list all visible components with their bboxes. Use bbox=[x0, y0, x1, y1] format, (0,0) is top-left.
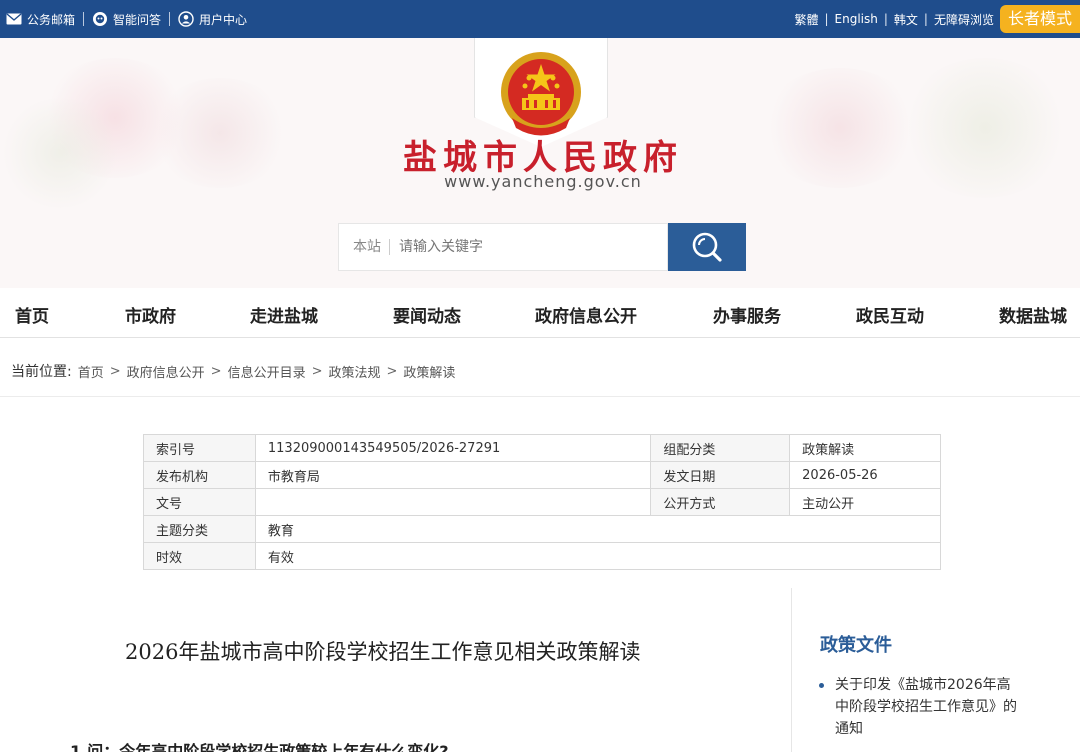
table-row: 索引号 113209000143549505/2026-27291 组配分类 政… bbox=[143, 434, 941, 462]
bullet-icon bbox=[819, 683, 824, 688]
breadcrumb-policy[interactable]: 政策法规 bbox=[328, 362, 380, 381]
meta-key: 主题分类 bbox=[143, 515, 256, 543]
traditional-chinese-link[interactable]: 繁體 bbox=[794, 11, 818, 28]
main-nav: 首页 市政府 走进盐城 要闻动态 政府信息公开 办事服务 政民互动 数据盐城 bbox=[0, 288, 1080, 338]
chevron-right-icon: > bbox=[109, 363, 121, 379]
nav-news[interactable]: 要闻动态 bbox=[393, 302, 461, 327]
nav-city-government[interactable]: 市政府 bbox=[125, 302, 176, 327]
meta-value: 政策解读 bbox=[789, 434, 941, 462]
nav-info-disclosure[interactable]: 政府信息公开 bbox=[535, 302, 637, 327]
english-link[interactable]: English bbox=[835, 12, 878, 26]
top-right-links: 繁體 | English | 韩文 | 无障碍浏览 长者模式 bbox=[794, 0, 1080, 38]
nav-about-yancheng[interactable]: 走进盐城 bbox=[250, 302, 318, 327]
top-bar: 公务邮箱 智能问答 用户中心 繁體 | English | 韩文 | 无障碍浏览… bbox=[0, 0, 1080, 38]
nav-services[interactable]: 办事服务 bbox=[713, 302, 781, 327]
robot-icon bbox=[92, 11, 108, 27]
user-center-label: 用户中心 bbox=[199, 12, 248, 27]
sidebar-policy-link-text: 关于印发《盐城市2026年高中阶段学校招生工作意见》的通知 bbox=[835, 677, 1017, 737]
sidebar-divider bbox=[791, 588, 792, 752]
table-row: 时效 有效 bbox=[143, 542, 942, 570]
search-button[interactable] bbox=[668, 223, 746, 271]
table-row: 主题分类 教育 bbox=[143, 515, 942, 543]
article-title: 2026年盐城市高中阶段学校招生工作意见相关政策解读 bbox=[125, 640, 641, 664]
nav-interaction[interactable]: 政民互动 bbox=[856, 302, 924, 327]
site-url: www.yancheng.gov.cn bbox=[444, 172, 642, 191]
breadcrumb-label: 当前位置: bbox=[11, 364, 72, 380]
chevron-right-icon: > bbox=[386, 363, 398, 379]
meta-value: 市教育局 bbox=[254, 461, 652, 489]
divider bbox=[0, 396, 1080, 397]
user-center-link[interactable]: 用户中心 bbox=[178, 11, 247, 28]
breadcrumb-interpretation[interactable]: 政策解读 bbox=[403, 362, 455, 381]
nav-home[interactable]: 首页 bbox=[15, 302, 49, 327]
meta-key: 公开方式 bbox=[650, 488, 791, 516]
meta-key: 索引号 bbox=[143, 434, 256, 462]
top-links: 公务邮箱 智能问答 用户中心 bbox=[6, 0, 247, 38]
top-divider bbox=[83, 12, 85, 26]
elder-mode-button[interactable]: 长者模式 bbox=[999, 5, 1080, 33]
mail-icon bbox=[6, 13, 22, 25]
korean-link[interactable]: 韩文 bbox=[894, 11, 918, 28]
meta-value: 教育 bbox=[254, 515, 942, 543]
search-input[interactable] bbox=[390, 224, 667, 270]
question-heading: 1.问：今年高中阶段学校招生政策较上年有什么变化? bbox=[70, 742, 449, 752]
chevron-right-icon: > bbox=[210, 363, 222, 379]
meta-key: 组配分类 bbox=[650, 434, 791, 462]
meta-key: 时效 bbox=[143, 542, 256, 570]
sidebar-policy-link[interactable]: 关于印发《盐城市2026年高中阶段学校招生工作意见》的通知 bbox=[819, 674, 1019, 740]
top-divider bbox=[169, 12, 171, 26]
breadcrumb-catalog[interactable]: 信息公开目录 bbox=[228, 362, 306, 381]
mail-link[interactable]: 公务邮箱 bbox=[6, 11, 75, 28]
meta-value: 2026-05-26 bbox=[789, 461, 941, 489]
search-scope[interactable]: 本站 bbox=[339, 239, 390, 255]
breadcrumb-info-disclosure[interactable]: 政府信息公开 bbox=[127, 362, 205, 381]
national-emblem-icon bbox=[501, 52, 581, 136]
chevron-right-icon: > bbox=[311, 363, 323, 379]
meta-key: 发文日期 bbox=[650, 461, 791, 489]
meta-key: 文号 bbox=[143, 488, 256, 516]
sidebar-title: 政策文件 bbox=[820, 635, 892, 656]
nav-data[interactable]: 数据盐城 bbox=[999, 302, 1067, 327]
mail-label: 公务邮箱 bbox=[27, 12, 76, 27]
document-meta-table: 索引号 113209000143549505/2026-27291 组配分类 政… bbox=[143, 434, 942, 570]
meta-value: 主动公开 bbox=[789, 488, 941, 516]
breadcrumb: 当前位置: 首页 > 政府信息公开 > 信息公开目录 > 政策法规 > 政策解读 bbox=[11, 361, 455, 381]
meta-value: 113209000143549505/2026-27291 bbox=[254, 434, 652, 462]
search-icon bbox=[692, 232, 722, 262]
meta-value: 有效 bbox=[254, 542, 942, 570]
search-box: 本站 bbox=[338, 223, 668, 271]
breadcrumb-home[interactable]: 首页 bbox=[78, 362, 104, 381]
qa-label: 智能问答 bbox=[113, 12, 162, 27]
search-bar: 本站 bbox=[338, 223, 746, 271]
header-banner: 盐城市人民政府 www.yancheng.gov.cn 本站 bbox=[0, 38, 1080, 288]
table-row: 文号 公开方式 主动公开 bbox=[143, 488, 941, 516]
meta-value bbox=[254, 488, 652, 516]
qa-link[interactable]: 智能问答 bbox=[92, 11, 161, 28]
accessibility-link[interactable]: 无障碍浏览 bbox=[934, 11, 994, 28]
meta-key: 发布机构 bbox=[143, 461, 256, 489]
user-icon bbox=[178, 11, 194, 27]
table-row: 发布机构 市教育局 发文日期 2026-05-26 bbox=[143, 461, 941, 489]
